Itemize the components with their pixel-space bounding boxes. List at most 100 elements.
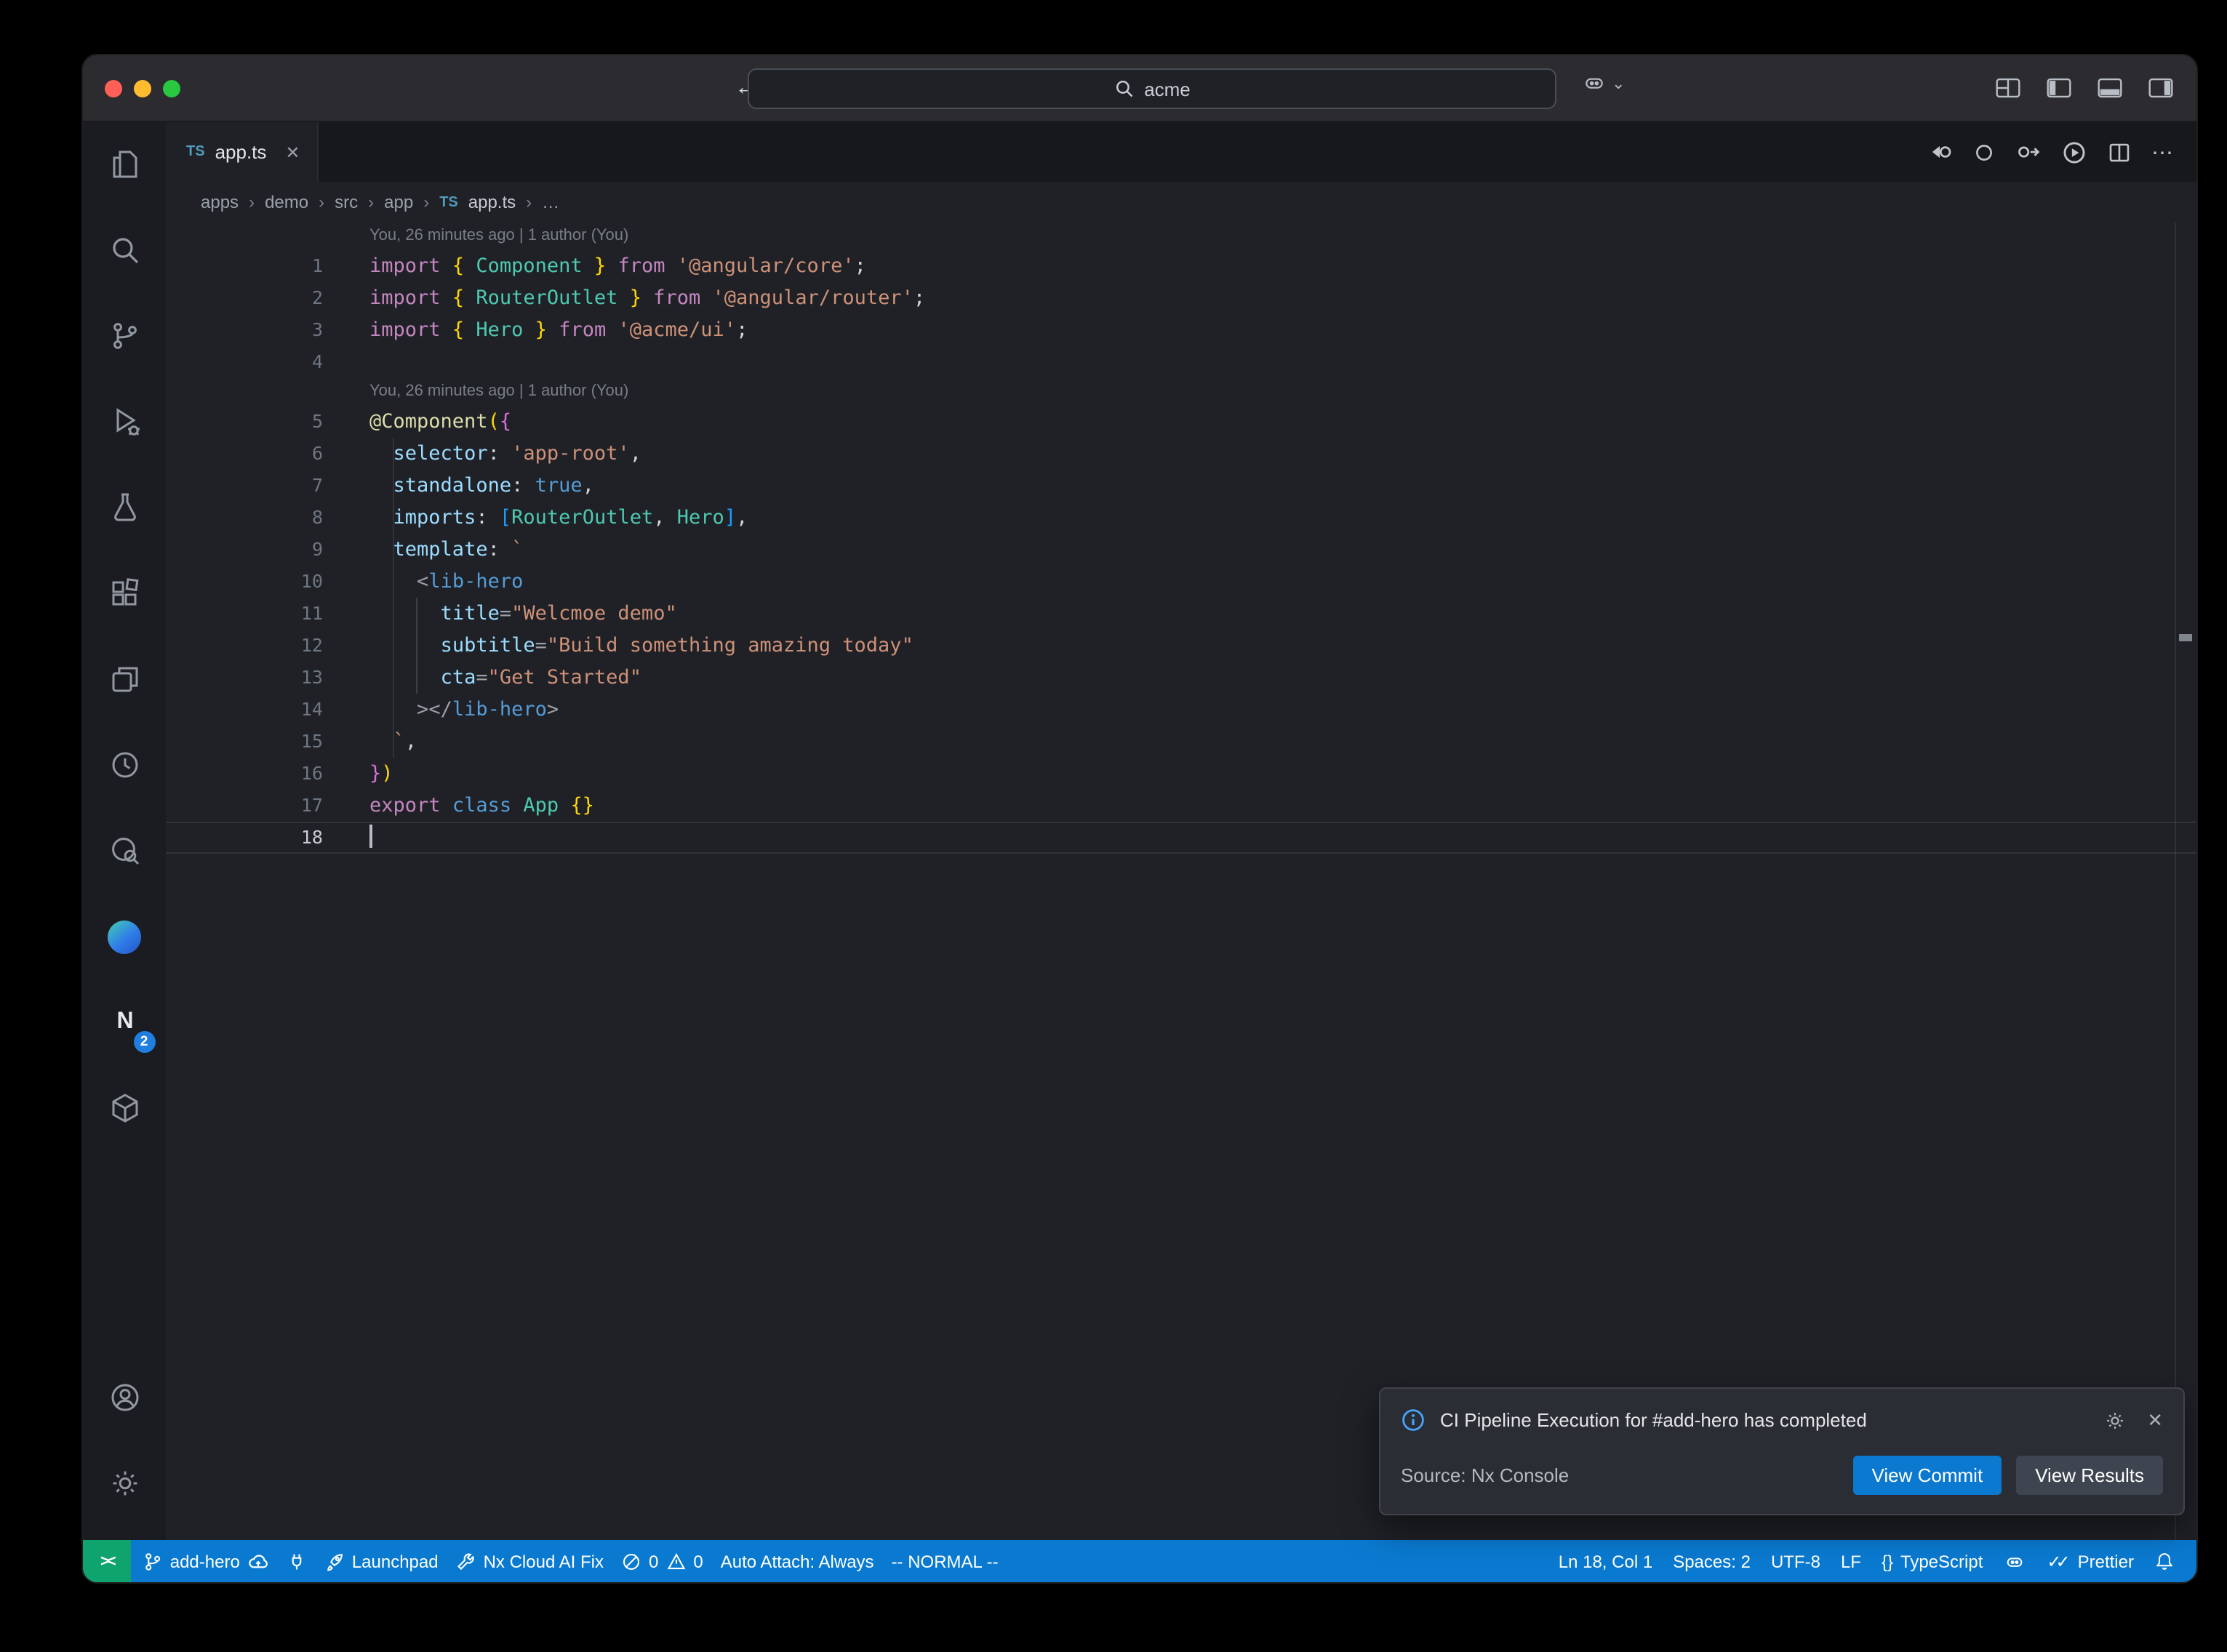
close-window-button[interactable] — [105, 79, 122, 97]
accounts-icon[interactable] — [89, 1361, 159, 1434]
line-number[interactable]: 7 — [166, 470, 323, 502]
testing-icon[interactable] — [89, 471, 159, 544]
run-or-debug-icon[interactable] — [2061, 139, 2087, 165]
remote-windows-icon[interactable] — [89, 643, 159, 715]
line-number[interactable]: 13 — [166, 662, 323, 694]
maximize-window-button[interactable] — [163, 79, 180, 97]
line-number[interactable] — [166, 378, 323, 406]
package-icon[interactable] — [89, 1072, 159, 1144]
vscode-window: ← → acme ⌄ — [83, 55, 2196, 1582]
sync-status-icon[interactable] — [1972, 140, 1996, 164]
code-line[interactable]: 3import { Hero } from '@acme/ui'; — [166, 314, 2196, 346]
code-line[interactable]: 6 selector: 'app-root', — [166, 438, 2196, 470]
notification-settings-gear-icon[interactable] — [2103, 1408, 2127, 1432]
line-number[interactable]: 16 — [166, 758, 323, 790]
run-debug-icon[interactable] — [89, 385, 159, 458]
branch-item[interactable]: add-hero — [134, 1540, 278, 1582]
eol-item[interactable]: LF — [1831, 1540, 1871, 1582]
code-line[interactable]: 1import { Component } from '@angular/cor… — [166, 250, 2196, 282]
blame-annotation: You, 26 minutes ago | 1 author (You) — [166, 222, 2196, 250]
formatter-item[interactable]: ✓✓ Prettier — [2036, 1540, 2144, 1582]
source-control-icon[interactable] — [89, 300, 159, 372]
plug-item[interactable] — [278, 1540, 316, 1582]
minimize-window-button[interactable] — [134, 79, 151, 97]
code-line[interactable]: 10 <lib-hero — [166, 566, 2196, 598]
line-number[interactable]: 4 — [166, 346, 323, 378]
line-number[interactable]: 17 — [166, 790, 323, 822]
breadcrumb-item-symbol[interactable]: … — [542, 192, 559, 212]
code-line[interactable]: 2import { RouterOutlet } from '@angular/… — [166, 282, 2196, 314]
line-number[interactable]: 1 — [166, 250, 323, 282]
toggle-panel-icon[interactable] — [2098, 77, 2122, 99]
code-editor[interactable]: You, 26 minutes ago | 1 author (You)1imp… — [166, 222, 2196, 1540]
breadcrumb-item-demo[interactable]: demo — [265, 192, 308, 212]
nx-console-icon[interactable]: N 2 — [89, 986, 159, 1059]
copilot-status-item[interactable] — [1993, 1540, 2036, 1582]
outgoing-changes-icon[interactable] — [2016, 140, 2041, 164]
tab-close-icon[interactable]: ✕ — [285, 142, 300, 162]
code-search-icon[interactable] — [89, 814, 159, 887]
toggle-primary-sidebar-icon[interactable] — [2047, 77, 2071, 99]
code-line[interactable]: 15 `, — [166, 726, 2196, 758]
breadcrumb-item-app[interactable]: app — [384, 192, 413, 212]
nx-cloud-ai-fix-item[interactable]: Nx Cloud AI Fix — [447, 1540, 612, 1582]
command-center-search[interactable]: acme — [748, 68, 1556, 109]
view-commit-button[interactable]: View Commit — [1853, 1456, 2002, 1495]
problems-item[interactable]: 0 0 — [612, 1540, 712, 1582]
code-line[interactable]: 7 standalone: true, — [166, 470, 2196, 502]
line-number[interactable]: 15 — [166, 726, 323, 758]
code-line[interactable]: 12 subtitle="Build something amazing tod… — [166, 630, 2196, 662]
code-line[interactable]: 13 cta="Get Started" — [166, 662, 2196, 694]
encoding-item[interactable]: UTF-8 — [1761, 1540, 1831, 1582]
line-number[interactable]: 10 — [166, 566, 323, 598]
breadcrumb-item-src[interactable]: src — [335, 192, 358, 212]
code-line[interactable]: 16}) — [166, 758, 2196, 790]
clock-icon[interactable] — [89, 729, 159, 801]
copilot-menu[interactable]: ⌄ — [1581, 71, 1625, 95]
notification-close-icon[interactable]: ✕ — [2147, 1408, 2163, 1432]
search-sidebar-icon[interactable] — [89, 214, 159, 286]
edge-browser-icon[interactable] — [89, 900, 159, 973]
launchpad-item[interactable]: Launchpad — [316, 1540, 447, 1582]
blame-text: You, 26 minutes ago | 1 author (You) — [369, 378, 628, 406]
line-number[interactable] — [166, 222, 323, 250]
auto-attach-item[interactable]: Auto Attach: Always — [712, 1540, 883, 1582]
extensions-icon[interactable] — [89, 557, 159, 630]
split-editor-icon[interactable] — [2108, 140, 2131, 164]
open-changes-icon[interactable] — [1927, 140, 1952, 164]
code-line[interactable]: 9 template: ` — [166, 534, 2196, 566]
overview-ruler[interactable] — [2175, 222, 2196, 1540]
line-number[interactable]: 5 — [166, 406, 323, 438]
line-number[interactable]: 11 — [166, 598, 323, 630]
line-number[interactable]: 14 — [166, 694, 323, 726]
code-line[interactable]: 4 — [166, 346, 2196, 378]
line-number[interactable]: 8 — [166, 502, 323, 534]
line-number[interactable]: 9 — [166, 534, 323, 566]
toggle-secondary-sidebar-icon[interactable] — [2148, 77, 2173, 99]
breadcrumb-item-apps[interactable]: apps — [201, 192, 239, 212]
customize-layout-icon[interactable] — [1996, 77, 2020, 99]
line-number[interactable]: 6 — [166, 438, 323, 470]
more-actions-icon[interactable]: ⋯ — [2151, 139, 2173, 165]
language-mode-item[interactable]: {} TypeScript — [1871, 1540, 1993, 1582]
line-number[interactable]: 3 — [166, 314, 323, 346]
view-results-button[interactable]: View Results — [2016, 1456, 2163, 1495]
indentation-item[interactable]: Spaces: 2 — [1663, 1540, 1761, 1582]
explorer-icon[interactable] — [89, 128, 159, 201]
code-line[interactable]: 8 imports: [RouterOutlet, Hero], — [166, 502, 2196, 534]
code-line[interactable]: 5@Component({ — [166, 406, 2196, 438]
tab-app-ts[interactable]: TS app.ts ✕ — [166, 122, 319, 182]
settings-gear-icon[interactable] — [89, 1447, 159, 1520]
remote-indicator[interactable]: >< — [83, 1540, 131, 1582]
vim-mode-item[interactable]: -- NORMAL -- — [883, 1540, 1007, 1582]
cursor-position-item[interactable]: Ln 18, Col 1 — [1548, 1540, 1663, 1582]
code-line[interactable]: 18 — [166, 822, 2196, 854]
line-number[interactable]: 18 — [166, 822, 323, 854]
line-number[interactable]: 12 — [166, 630, 323, 662]
code-line[interactable]: 17export class App {} — [166, 790, 2196, 822]
code-line[interactable]: 11 title="Welcmoe demo" — [166, 598, 2196, 630]
code-line[interactable]: 14 ></lib-hero> — [166, 694, 2196, 726]
breadcrumb-item-file[interactable]: app.ts — [468, 192, 516, 212]
line-number[interactable]: 2 — [166, 282, 323, 314]
notifications-bell-item[interactable] — [2144, 1540, 2185, 1582]
